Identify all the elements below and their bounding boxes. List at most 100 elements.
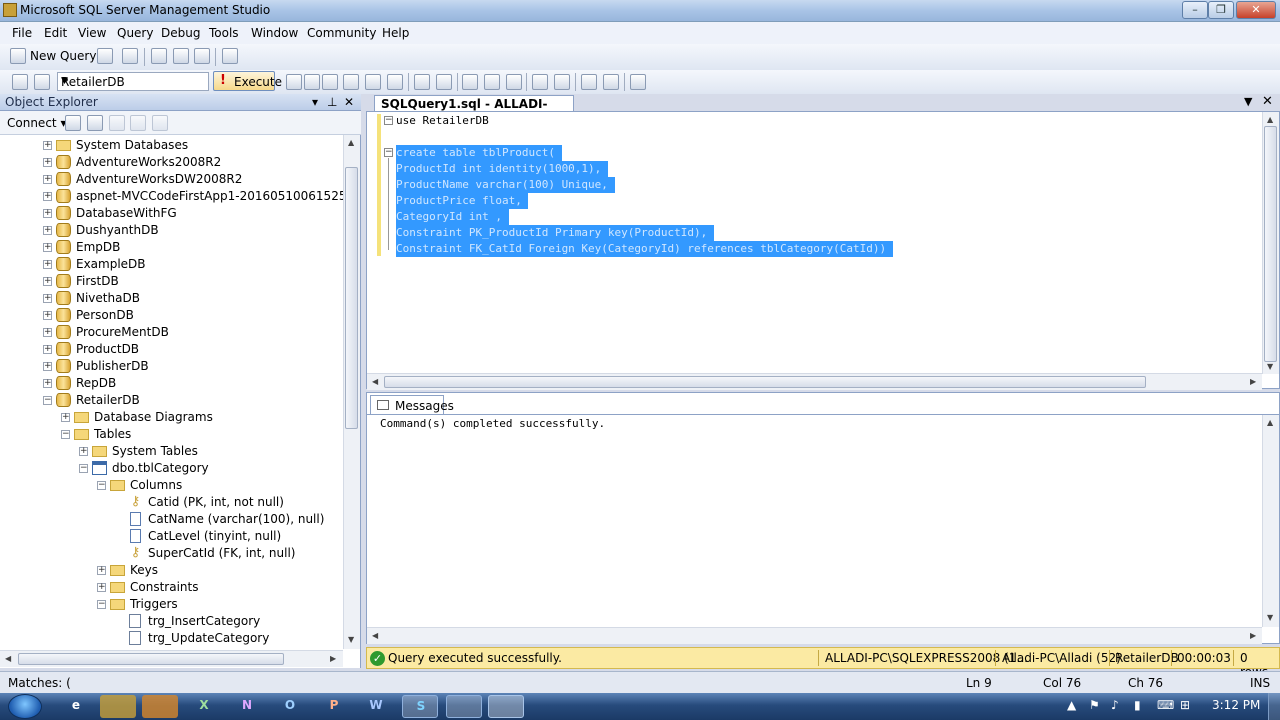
expand-icon[interactable]: + [43,294,52,303]
menu-file[interactable]: File [12,26,32,40]
new-query-button[interactable]: New Query [30,49,96,63]
expand-icon[interactable]: + [43,243,52,252]
expand-icon[interactable]: + [43,175,52,184]
windows-icon[interactable]: ⊞ [1180,698,1190,712]
editor-horizontal-scrollbar[interactable]: ◀ ▶ [367,373,1262,390]
collapse-icon[interactable]: − [97,481,106,490]
close-panel-icon[interactable]: ✕ [344,95,354,109]
expand-icon[interactable]: + [97,583,106,592]
expand-icon[interactable]: + [97,566,106,575]
database-selector[interactable]: RetailerDB ▼ [57,72,209,91]
panel-menu-icon[interactable]: ▾ [312,95,318,109]
tab-sqlquery1[interactable]: SQLQuery1.sql - ALLADI-PC\...\Alla...* [374,95,574,125]
new-file-icon[interactable] [97,48,113,64]
cancel-query-icon[interactable] [304,74,320,90]
show-desktop-button[interactable] [1268,693,1280,720]
expand-icon[interactable]: + [43,141,52,150]
restore-button[interactable]: ❐ [1208,1,1234,19]
results-file-icon[interactable] [506,74,522,90]
keyboard-icon[interactable]: ⌨ [1157,698,1174,712]
flag-icon[interactable]: ⚑ [1089,698,1100,712]
volume-icon[interactable]: ♪ [1111,698,1119,712]
disconnect-server-icon[interactable] [87,115,103,131]
outlook-taskbar-icon[interactable]: O [272,695,308,718]
specify-values-icon[interactable] [387,74,403,90]
client-stats-icon[interactable] [462,74,478,90]
menu-help[interactable]: Help [382,26,409,40]
menu-tools[interactable]: Tools [209,26,239,40]
expand-icon[interactable]: + [43,226,52,235]
menu-query[interactable]: Query [117,26,153,40]
onenote-taskbar-icon[interactable]: N [229,695,265,718]
tab-messages[interactable]: Messages [370,395,454,414]
connect-dropdown[interactable]: Connect ▾ [7,116,66,130]
collapse-icon[interactable]: − [97,600,106,609]
menu-window[interactable]: Window [251,26,298,40]
activity-monitor-icon[interactable] [222,48,238,64]
display-plan-icon[interactable] [343,74,359,90]
minimize-button[interactable]: – [1182,1,1208,19]
expand-icon[interactable]: + [43,328,52,337]
ssms-taskbar-icon[interactable] [488,695,524,718]
sql-editor[interactable]: − − use RetailerDB create table tblProduc… [366,111,1280,390]
pin-icon[interactable]: ⊥ [327,95,337,109]
expand-icon[interactable]: + [43,158,52,167]
expand-icon[interactable]: + [43,379,52,388]
network-icon[interactable]: ▮ [1134,698,1141,712]
results-vertical-scrollbar[interactable]: ▲ ▼ [1262,415,1279,627]
add-existing-icon[interactable] [122,48,138,64]
connect-icon[interactable] [12,74,28,90]
intellisense-icon[interactable] [414,74,430,90]
paint-taskbar-icon[interactable] [446,695,482,718]
comment-icon[interactable] [532,74,548,90]
expand-icon[interactable]: + [43,311,52,320]
expand-icon[interactable]: + [43,362,52,371]
results-horizontal-scrollbar[interactable]: ◀ ▶ [367,627,1262,644]
menu-community[interactable]: Community [307,26,376,40]
expand-icon[interactable]: + [61,413,70,422]
collapse-icon[interactable]: − [61,430,70,439]
refresh-icon[interactable] [152,115,168,131]
clock[interactable]: 3:12 PM [1212,698,1260,712]
tree-horizontal-scrollbar[interactable]: ◀ ▶ [0,650,343,667]
close-tab-icon[interactable]: ✕ [1262,94,1273,109]
tree-scroll-thumb[interactable] [345,167,358,429]
powerpoint-taskbar-icon[interactable]: P [316,695,352,718]
editor-hscroll-thumb[interactable] [384,376,1146,388]
print-icon[interactable] [194,48,210,64]
save-icon[interactable] [173,48,189,64]
expand-icon[interactable]: + [43,209,52,218]
start-button[interactable] [8,694,42,719]
results-grid-icon[interactable] [484,74,500,90]
ie-taskbar-icon[interactable]: e [58,695,94,718]
menu-edit[interactable]: Edit [44,26,67,40]
tree-hscroll-thumb[interactable] [18,653,284,665]
decrease-indent-icon[interactable] [581,74,597,90]
excel-taskbar-icon[interactable]: X [186,695,222,718]
collapse-icon[interactable]: − [43,396,52,405]
editor-vertical-scrollbar[interactable]: ▲ ▼ [1262,112,1279,374]
media-player-taskbar-icon[interactable] [142,695,178,718]
stop-icon[interactable] [109,115,125,131]
disconnect-icon[interactable] [34,74,50,90]
tab-dropdown-icon[interactable]: ▼ [1244,95,1252,108]
menu-debug[interactable]: Debug [161,26,200,40]
include-plan-icon[interactable] [436,74,452,90]
collapse-icon[interactable]: − [79,464,88,473]
fold-icon[interactable]: − [384,148,393,157]
parse-check-icon[interactable] [322,74,338,90]
expand-icon[interactable]: + [43,277,52,286]
filter-icon[interactable] [130,115,146,131]
expand-icon[interactable]: + [43,192,52,201]
explorer-taskbar-icon[interactable] [100,695,136,718]
editor-scroll-thumb[interactable] [1264,126,1277,362]
close-window-button[interactable]: ✕ [1236,1,1276,19]
increase-indent-icon[interactable] [603,74,619,90]
uncomment-icon[interactable] [554,74,570,90]
fold-icon[interactable]: − [384,116,393,125]
expand-icon[interactable]: + [79,447,88,456]
tray-expand-icon[interactable]: ▲ [1067,698,1076,712]
new-query-icon[interactable] [10,48,26,64]
debug-play-icon[interactable] [286,74,302,90]
expand-icon[interactable]: + [43,345,52,354]
